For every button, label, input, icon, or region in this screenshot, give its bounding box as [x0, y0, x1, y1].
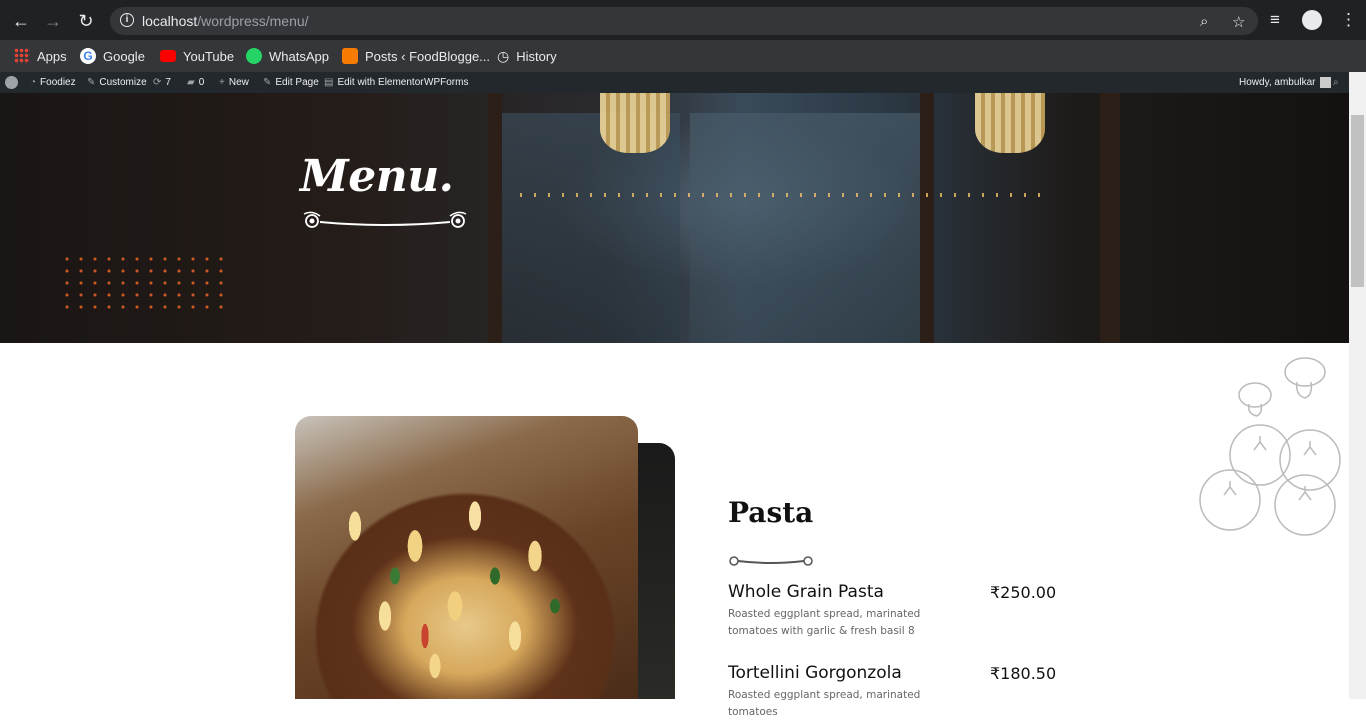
- wp-updates[interactable]: ⟳ 7: [153, 77, 171, 88]
- hero-beam: [488, 93, 502, 343]
- howdy-label: Howdy, ambulkar: [1239, 77, 1316, 88]
- string-lights: [520, 193, 1040, 197]
- site-name-label: Foodiez: [40, 77, 76, 88]
- bookmark-posts[interactable]: Posts ‹ FoodBlogge...: [342, 46, 490, 66]
- menu-item-price: ₹180.50: [990, 664, 1057, 683]
- updates-count: 7: [165, 77, 171, 88]
- bookmark-whatsapp[interactable]: WhatsApp: [246, 46, 329, 66]
- pasta-texture: [315, 486, 615, 699]
- pasta-dish-image: [295, 416, 638, 699]
- comment-icon: ▰: [187, 77, 195, 88]
- lantern-decoration: [600, 93, 670, 153]
- bookmark-label: YouTube: [183, 48, 235, 64]
- google-icon: G: [80, 48, 96, 64]
- history-clock-icon: ◷: [497, 47, 510, 64]
- youtube-icon: [160, 50, 176, 62]
- url-path: /wordpress/menu/: [197, 13, 309, 29]
- bookmark-apps[interactable]: Apps: [14, 46, 67, 66]
- browser-toolbar: ← → ↻ i localhost/wordpress/menu/ ⌕ ☆ ≡ …: [0, 0, 1366, 40]
- menu-kebab-icon[interactable]: ⋮: [1340, 10, 1357, 30]
- page-scrollbar-thumb[interactable]: [1351, 115, 1364, 287]
- vegetable-sketch-icon: [1199, 357, 1341, 536]
- updates-icon: ⟳: [153, 77, 162, 88]
- bookmarks-bar: Apps G Google YouTube WhatsApp Posts ‹ F…: [0, 40, 1366, 72]
- url-host: localhost: [142, 13, 198, 29]
- section-title: Pasta: [728, 496, 814, 529]
- dashboard-icon: ◔: [30, 77, 37, 88]
- hero-banner: Menu.: [0, 93, 1349, 343]
- wp-edit-elementor[interactable]: ▤ Edit with Elementor: [324, 77, 424, 88]
- wp-wpforms[interactable]: WPForms: [424, 77, 468, 88]
- brush-icon: ✎: [87, 77, 96, 88]
- wp-comments[interactable]: ▰ 0: [187, 77, 204, 88]
- wp-site-name[interactable]: ◔ Foodiez: [30, 77, 76, 88]
- pencil-icon: ✎: [263, 77, 272, 88]
- ornament-divider-icon: [303, 211, 467, 228]
- elementor-icon: ▤: [324, 77, 334, 88]
- wp-howdy[interactable]: Howdy, ambulkar: [1239, 77, 1331, 88]
- hero-beam: [920, 93, 934, 343]
- xampp-icon: [342, 48, 358, 64]
- comments-count: 0: [198, 77, 205, 88]
- bookmark-label: Apps: [37, 48, 67, 64]
- bookmark-label: Posts ‹ FoodBlogge...: [365, 48, 491, 64]
- back-icon[interactable]: ←: [10, 10, 32, 32]
- media-control-icon[interactable]: ≡: [1270, 10, 1280, 30]
- bookmark-label: WhatsApp: [269, 48, 329, 64]
- apps-grid-icon: [14, 48, 30, 64]
- hero-window-right: [690, 113, 920, 343]
- bookmark-label: History: [516, 48, 557, 64]
- menu-item-description: Roasted eggplant spread, marinated tomat…: [728, 689, 921, 718]
- wordpress-logo-icon[interactable]: [5, 76, 18, 89]
- address-bar[interactable]: i localhost/wordpress/menu/ ⌕ ☆: [110, 7, 1258, 35]
- forward-icon[interactable]: →: [42, 10, 64, 32]
- new-label: New: [228, 77, 249, 88]
- wp-edit-page[interactable]: ✎ Edit Page: [263, 77, 319, 88]
- bookmark-label: Google: [103, 48, 145, 64]
- bookmark-history[interactable]: ◷ History: [497, 46, 557, 66]
- customize-label: Customize: [99, 77, 147, 88]
- edit-page-label: Edit Page: [275, 77, 319, 88]
- user-avatar-icon: [1319, 77, 1331, 88]
- red-lights: [60, 253, 230, 313]
- ornament-divider-icon: [729, 556, 813, 566]
- page-title: Menu.: [300, 151, 454, 202]
- wp-search-icon[interactable]: ⌕: [1333, 77, 1339, 88]
- lantern-decoration: [975, 93, 1045, 153]
- whatsapp-icon: [246, 48, 262, 64]
- plus-icon: +: [219, 77, 225, 88]
- wp-customize[interactable]: ✎ Customize: [87, 77, 147, 88]
- menu-item-price: ₹250.00: [990, 583, 1057, 602]
- menu-item-description: Roasted eggplant spread, marinated tomat…: [728, 608, 921, 637]
- menu-item-name: Whole Grain Pasta: [728, 582, 884, 602]
- bookmark-google[interactable]: G Google: [80, 46, 145, 66]
- profile-avatar-icon[interactable]: [1302, 10, 1322, 30]
- menu-item-name: Tortellini Gorgonzola: [728, 663, 902, 683]
- wpforms-label: WPForms: [424, 77, 469, 88]
- hero-beam: [1100, 93, 1120, 343]
- edit-elementor-label: Edit with Elementor: [337, 77, 424, 88]
- wp-new[interactable]: + New: [219, 77, 249, 88]
- url-text[interactable]: localhost/wordpress/menu/: [142, 13, 309, 29]
- bookmark-youtube[interactable]: YouTube: [160, 46, 234, 66]
- bookmark-star-icon[interactable]: ☆: [1232, 13, 1245, 31]
- site-info-icon[interactable]: i: [120, 13, 134, 27]
- wp-admin-bar: ◔ Foodiez ✎ Customize ⟳ 7 ▰ 0 + New ✎ Edit Pag…: [0, 72, 1349, 93]
- zoom-icon[interactable]: ⌕: [1200, 13, 1208, 30]
- reload-icon[interactable]: ↻: [75, 10, 97, 32]
